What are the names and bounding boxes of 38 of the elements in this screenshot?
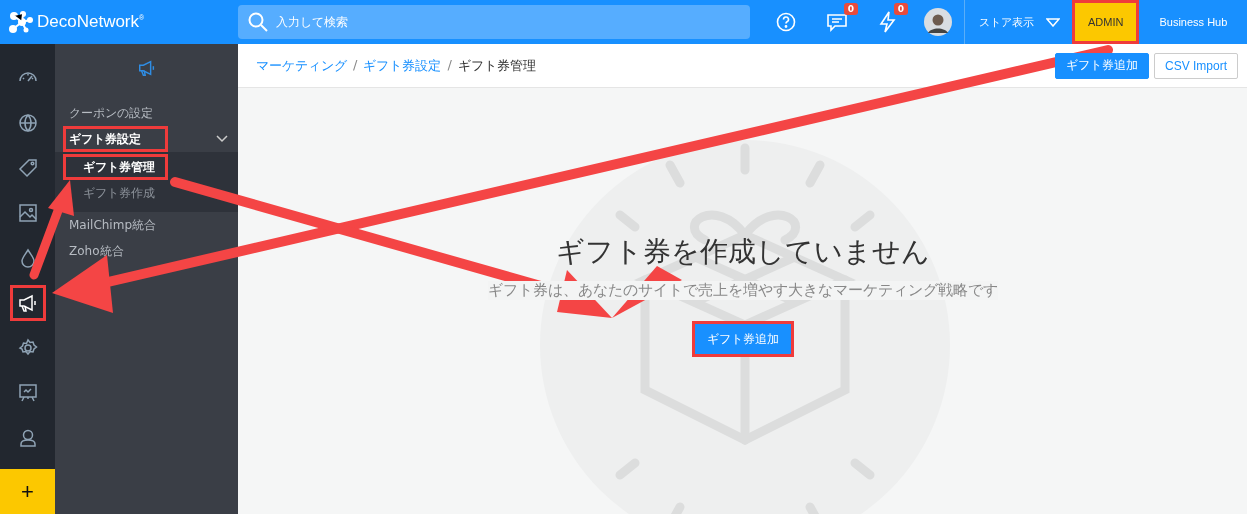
avatar[interactable] (924, 8, 952, 36)
add-button[interactable]: + (0, 469, 55, 514)
presentation-icon (16, 382, 39, 404)
breadcrumb-separator: / (447, 56, 452, 74)
submenu-item[interactable]: Zoho統合 (55, 238, 238, 264)
search-icon (248, 12, 268, 32)
help-icon[interactable] (776, 12, 796, 32)
chevron-icon[interactable] (216, 135, 228, 143)
lightning-icon[interactable] (878, 11, 898, 33)
notification-badge: 0 (893, 3, 908, 15)
submenu-subitem[interactable]: ギフト券管理 (63, 154, 168, 180)
store-view-label[interactable]: ストア表示 (979, 14, 1034, 30)
chat-icon[interactable] (826, 11, 848, 33)
logo[interactable]: DecoNetwork$^{®}$ (37, 12, 145, 32)
add-gift-card-button[interactable]: ギフト券追加 (694, 324, 791, 354)
breadcrumb-link[interactable]: ギフト券設定 (363, 56, 442, 75)
caret-icon[interactable] (1046, 17, 1060, 27)
toolbar-button[interactable]: ギフト券追加 (1055, 52, 1149, 79)
empty-state-title: ギフト券を作成していません (555, 234, 930, 270)
breadcrumb-separator: / (353, 56, 358, 74)
notification-badge: 0 (843, 3, 858, 15)
submenu-item[interactable]: ギフト券設定 (63, 126, 168, 152)
toolbar-button[interactable]: CSV Import (1154, 52, 1238, 79)
logo-icon (8, 10, 34, 34)
image-icon (16, 202, 39, 224)
empty-state-message: ギフト券は、あなたのサイトで売上を増やす大きなマーケティング戦略です (487, 281, 998, 300)
megaphone-icon (16, 292, 39, 314)
breadcrumb-current: ギフト券管理 (457, 56, 536, 75)
rail-nav-item[interactable] (12, 288, 43, 318)
breadcrumb-link[interactable]: マーケティング (256, 56, 347, 75)
tag-icon (16, 157, 39, 179)
submenu-subitem[interactable]: ギフト券作成 (55, 180, 238, 206)
mode-tab[interactable]: ADMIN (1072, 0, 1140, 44)
submenu-item[interactable]: クーポンの設定 (55, 100, 238, 126)
search-field[interactable]: 入力して検索 (238, 5, 750, 39)
mode-tab[interactable]: Business Hub (1143, 0, 1244, 44)
submenu-item[interactable]: MailChimp統合 (55, 212, 238, 238)
globe-icon (16, 112, 39, 134)
